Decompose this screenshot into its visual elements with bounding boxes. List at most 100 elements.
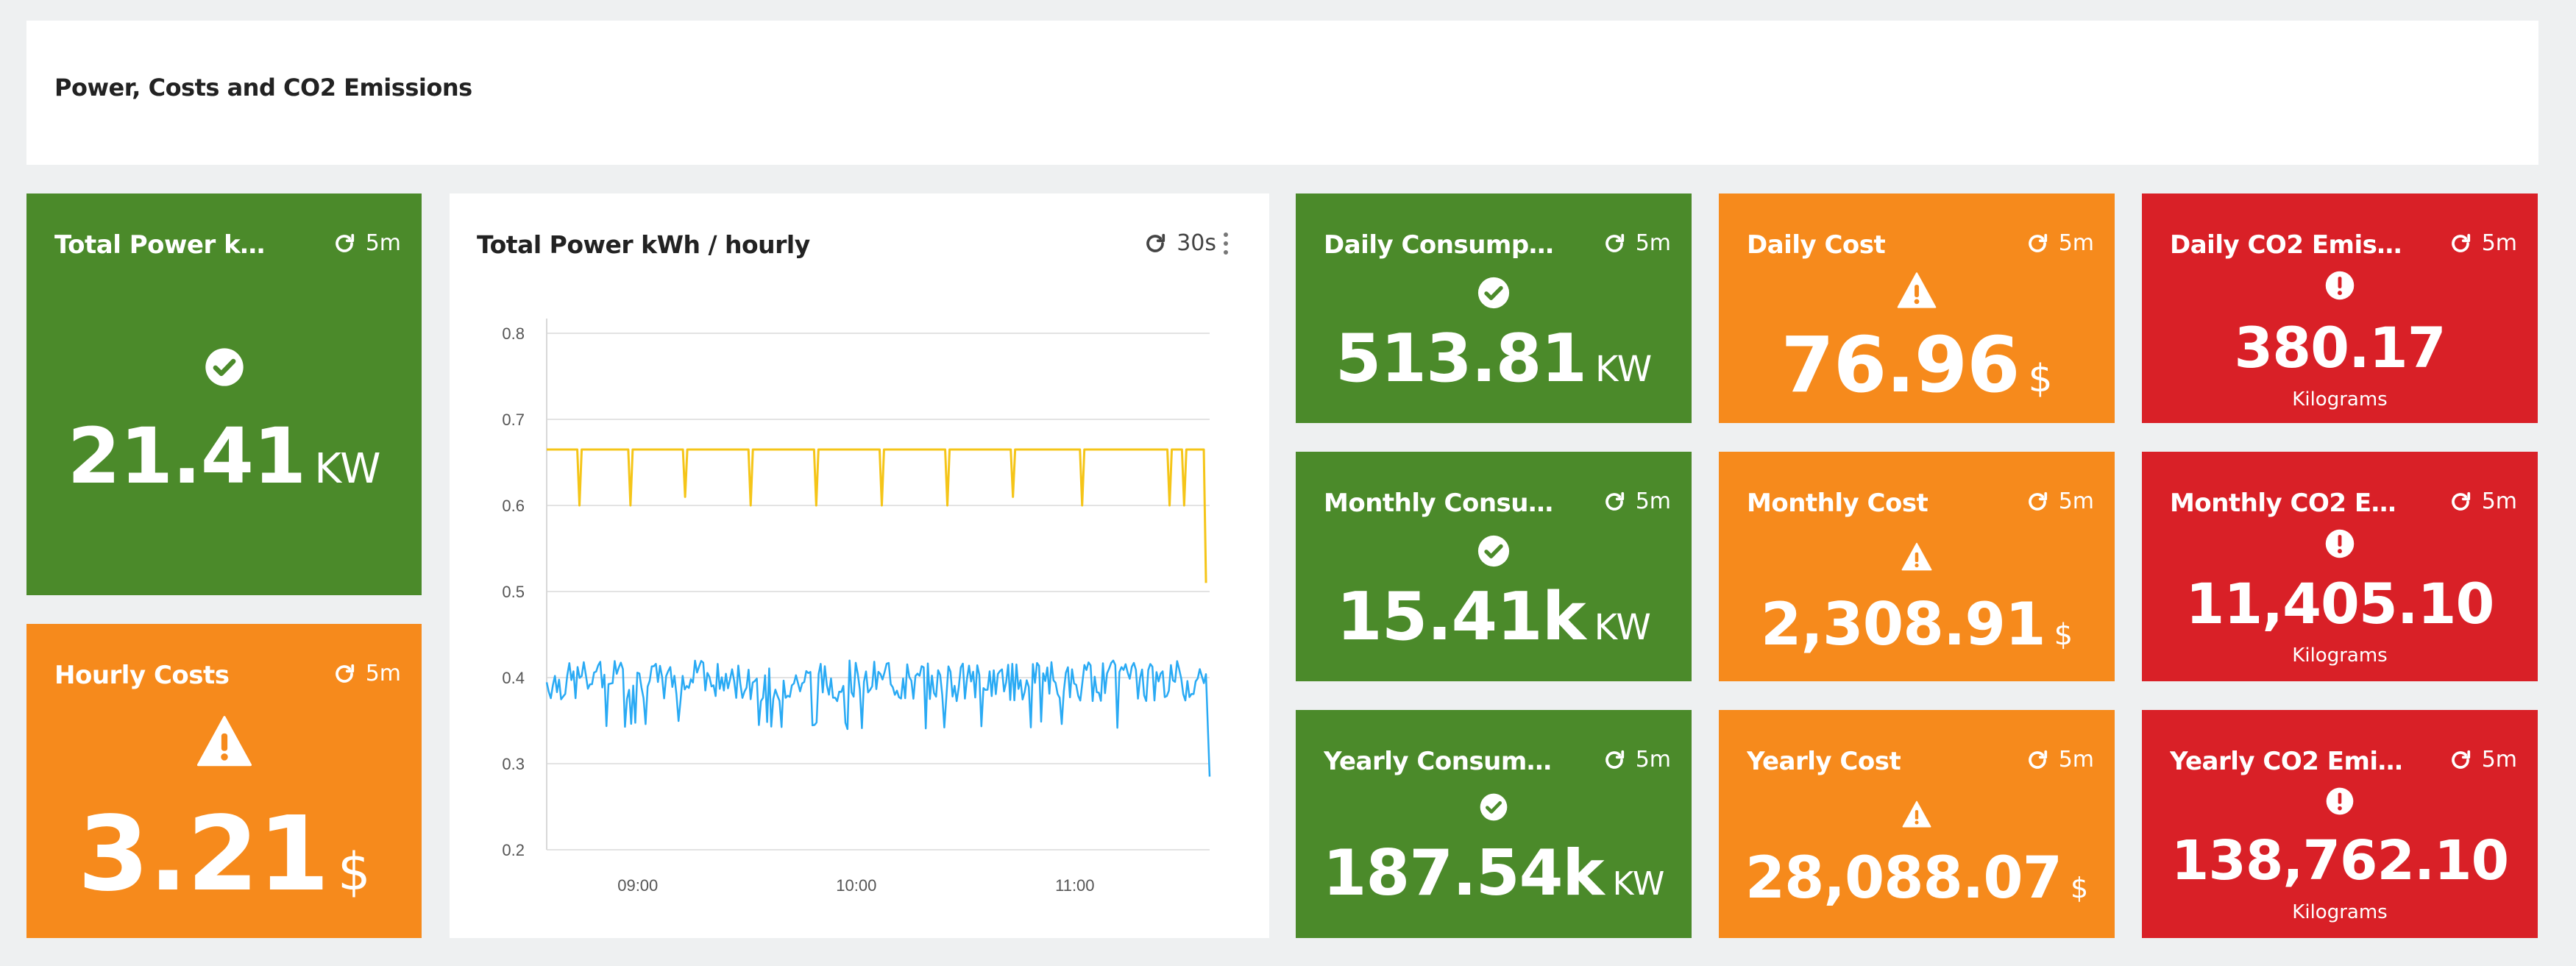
metric-subtitle: Kilograms (2292, 388, 2388, 411)
refresh-indicator[interactable]: 5m (1603, 230, 1671, 256)
refresh-indicator[interactable]: 5m (333, 230, 401, 256)
tile-title: Monthly Cost (1747, 489, 1929, 518)
tile-title: Daily CO2 Emissions (2170, 230, 2408, 260)
metric-unit: KW (314, 445, 381, 493)
refresh-interval: 5m (2058, 230, 2094, 256)
refresh-interval: 5m (1635, 747, 1671, 773)
metric-value: 3.21 $ (26, 795, 422, 914)
yearly-consumption-tile[interactable]: Yearly Consumption... 5m 187.54kKW (1296, 710, 1692, 938)
monthly-cost-tile[interactable]: Monthly Cost 5m 2,308.91 $ (1719, 452, 2115, 681)
refresh-indicator[interactable]: 5m (1603, 747, 1671, 773)
x-tick-label: 11:00 (1055, 876, 1094, 895)
daily-co2-tile[interactable]: Daily CO2 Emissions 5m 380.17 Kilograms (2142, 193, 2538, 423)
warning-triangle-icon (1902, 800, 1931, 828)
refresh-indicator[interactable]: 5m (2026, 230, 2094, 256)
total-power-tile[interactable]: Total Power kWh / h... 5m 21.41KW (26, 193, 422, 595)
power-line-chart: 0.8 0.7 0.6 0.5 0.4 0.3 0.2 09:00 10:00 11:00 (502, 319, 1211, 895)
refresh-icon (335, 233, 354, 252)
refresh-indicator[interactable]: 5m (1603, 489, 1671, 514)
refresh-indicator[interactable]: 5m (2026, 747, 2094, 773)
monthly-consumption-tile[interactable]: Monthly Consumpti... 5m 15.41kKW (1296, 452, 1692, 681)
status-indicator (1719, 541, 2115, 572)
metric-value: 21.41 KW (26, 411, 422, 501)
check-circle-icon (205, 348, 244, 386)
refresh-interval: 5m (2058, 747, 2094, 773)
metric-number: 380.17 (2234, 315, 2446, 380)
y-tick-label: 0.4 (502, 669, 525, 687)
metric-number: 15.41k (1336, 578, 1586, 656)
warning-triangle-icon (1897, 272, 1937, 308)
metric-number: 187.54k (1322, 837, 1605, 910)
metric-value: 11,405.10 (2142, 571, 2538, 636)
total-power-chart-panel: Total Power kWh / hourly 30s 0.8 0.7 0.6 0.… (450, 193, 1269, 938)
refresh-indicator[interactable]: 5m (2449, 747, 2517, 773)
refresh-interval: 5m (1635, 489, 1671, 514)
refresh-indicator[interactable]: 5m (2449, 489, 2517, 514)
monthly-co2-tile[interactable]: Monthly CO2 Emissi... 5m 11,405.10 Kilogram… (2142, 452, 2538, 681)
series-line-yellow (547, 448, 1207, 583)
tile-title: Yearly Consumption... (1324, 747, 1561, 776)
y-tick-label: 0.7 (502, 411, 525, 429)
status-indicator (1296, 792, 1692, 822)
metric-value: 76.96 $ (1719, 320, 2115, 410)
refresh-icon (1605, 491, 1624, 511)
metric-unit: KW (1612, 865, 1665, 903)
warning-triangle-icon (1901, 542, 1932, 571)
metric-number: 3.21 (77, 795, 330, 914)
metric-subtitle: Kilograms (2292, 901, 2388, 923)
metric-number: 11,405.10 (2185, 571, 2495, 636)
yearly-cost-tile[interactable]: Yearly Cost 5m 28,088.07 $ (1719, 710, 2115, 938)
dashboard-header: Power, Costs and CO2 Emissions (26, 21, 2538, 165)
metric-value: 513.81 KW (1296, 320, 1692, 397)
metric-number: 2,308.91 (1760, 590, 2046, 658)
refresh-indicator[interactable]: 5m (2026, 489, 2094, 514)
tile-title: Total Power kWh / h... (54, 230, 291, 260)
refresh-icon (2451, 491, 2470, 511)
y-tick-label: 0.8 (502, 324, 525, 343)
metric-value: 138,762.10 (2142, 829, 2538, 892)
check-circle-icon (1477, 535, 1510, 567)
metric-number: 76.96 (1781, 320, 2020, 410)
y-tick-label: 0.3 (502, 755, 525, 773)
tile-title: Monthly CO2 Emissi... (2170, 489, 2408, 518)
status-indicator (2142, 786, 2538, 816)
warning-triangle-icon (196, 716, 252, 767)
daily-consumption-tile[interactable]: Daily Consumption ... 5m 513.81KW (1296, 193, 1692, 423)
metric-unit: $ (2070, 872, 2089, 904)
y-tick-label: 0.6 (502, 497, 525, 515)
refresh-indicator[interactable]: 5m (333, 661, 401, 686)
tile-title: Monthly Consumpti... (1324, 489, 1561, 518)
refresh-interval: 5m (365, 230, 401, 256)
metric-unit: KW (1595, 349, 1653, 390)
yearly-co2-tile[interactable]: Yearly CO2 Emissions 5m 138,762.10 Kilogram… (2142, 710, 2538, 938)
metric-value: 187.54k KW (1296, 837, 1692, 910)
refresh-interval: 5m (365, 661, 401, 686)
refresh-interval: 5m (1635, 230, 1671, 256)
refresh-icon (335, 664, 354, 683)
refresh-interval: 5m (2058, 489, 2094, 514)
refresh-icon (2451, 233, 2470, 252)
refresh-indicator[interactable]: 5m (2449, 230, 2517, 256)
exclamation-circle-icon (2325, 271, 2355, 300)
status-indicator (1296, 276, 1692, 310)
refresh-icon (2028, 750, 2047, 769)
exclamation-circle-icon (2325, 529, 2355, 558)
refresh-interval: 5m (2481, 230, 2517, 256)
metric-unit: $ (2028, 357, 2053, 401)
hourly-costs-tile[interactable]: Hourly Costs 5m 3.21 $ (26, 624, 422, 938)
check-circle-icon (1480, 793, 1508, 821)
tile-title: Daily Cost (1747, 230, 1886, 260)
metric-value: 2,308.91 $ (1719, 590, 2115, 658)
metric-number: 28,088.07 (1745, 845, 2062, 912)
y-tick-label: 0.5 (502, 583, 525, 601)
tile-title: Hourly Costs (54, 661, 230, 690)
metric-value: 15.41k KW (1296, 578, 1692, 656)
refresh-icon (2451, 750, 2470, 769)
status-indicator (1719, 271, 2115, 310)
daily-cost-tile[interactable]: Daily Cost 5m 76.96 $ (1719, 193, 2115, 423)
tile-title: Yearly CO2 Emissions (2170, 747, 2408, 776)
refresh-icon (2028, 491, 2047, 511)
status-indicator (26, 347, 422, 388)
metric-number: 138,762.10 (2171, 829, 2509, 892)
status-indicator (1719, 800, 2115, 829)
